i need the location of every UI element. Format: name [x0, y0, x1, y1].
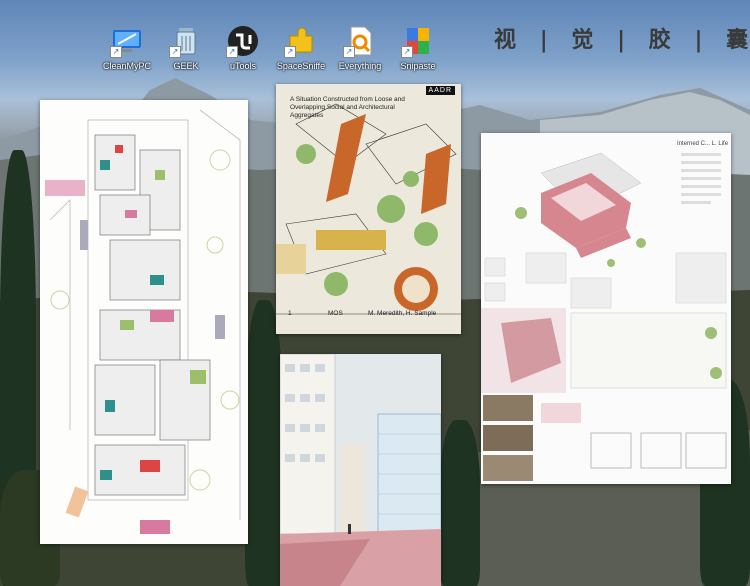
everything-search-icon: ↗	[343, 24, 377, 58]
desktop-title-text: 视 | 觉 | 胶 | 囊	[494, 22, 750, 54]
icon-label: SpaceSniffe	[276, 61, 326, 71]
aadr-badge: AADR	[425, 86, 455, 95]
spacesniffer-icon: ↗	[284, 24, 318, 58]
aadr-footer-number: 1	[288, 310, 292, 317]
title-char: 囊	[726, 27, 750, 53]
icon-label: Snipaste	[400, 61, 436, 71]
title-char: 视	[494, 27, 525, 53]
sheet-heading: Interned C... L. Life	[677, 141, 729, 147]
aadr-book-cover[interactable]: AADR A Situation Constructed from Loose …	[276, 84, 461, 334]
title-separator: |	[617, 27, 634, 53]
title-char: 觉	[571, 27, 602, 53]
desktop-icon-utools[interactable]: ↗ uTools	[214, 24, 272, 71]
aadr-heading: A Situation Constructed from Loose and O…	[290, 96, 405, 119]
desktop-icon-spacesniffer[interactable]: ↗ SpaceSniffe	[272, 24, 330, 71]
icon-label: GEEK	[173, 61, 199, 71]
geek-trash-icon: ↗	[169, 24, 203, 58]
title-separator: |	[539, 27, 556, 53]
icon-label: Everything	[338, 61, 382, 71]
cleanmypc-icon: ↗	[110, 24, 144, 58]
street-render-drawing	[280, 354, 441, 586]
title-separator: |	[694, 27, 711, 53]
aadr-illustration	[276, 84, 461, 334]
icon-label: CleanMyPC	[102, 61, 151, 71]
presentation-sheet[interactable]: Interned C... L. Life	[481, 133, 731, 484]
tree-silhouette	[440, 420, 480, 586]
desktop-icon-cleanmypc[interactable]: ↗ CleanMyPC	[98, 24, 156, 71]
tree-silhouette	[245, 300, 283, 586]
aadr-footer-names: M. Meredith, H. Sample	[368, 310, 437, 317]
street-render-image[interactable]	[280, 354, 441, 586]
presentation-sheet-drawing	[481, 133, 731, 484]
floor-plan-drawing	[45, 109, 241, 534]
desktop-icon-geek[interactable]: ↗ GEEK	[157, 24, 215, 71]
desktop-icon-snipaste[interactable]: ↗ Snipaste	[389, 24, 447, 71]
floor-plan-poster[interactable]	[40, 100, 248, 544]
aadr-footer-author: MOS	[328, 310, 343, 317]
snipaste-icon: ↗	[401, 24, 435, 58]
utools-icon: ↗	[226, 24, 260, 58]
title-char: 胶	[648, 27, 679, 53]
icon-label: uTools	[229, 61, 256, 71]
desktop-icon-everything[interactable]: ↗ Everything	[331, 24, 389, 71]
